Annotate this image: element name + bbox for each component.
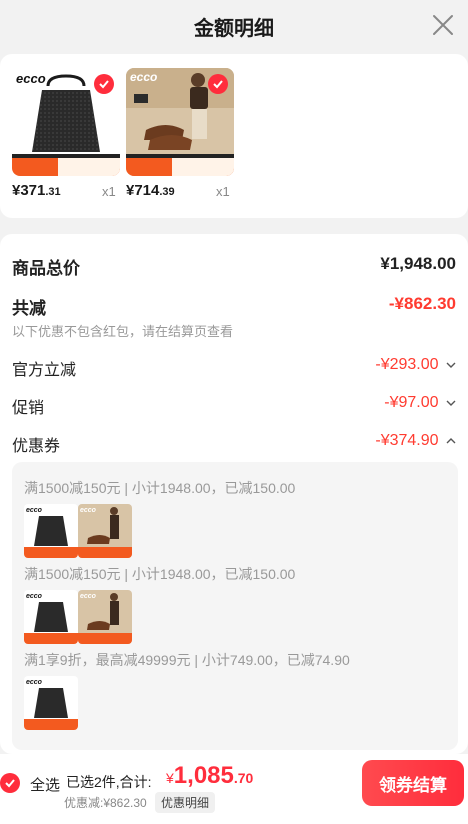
price-details-card: 商品总价 ¥1,948.00 共减 -¥862.30 以下优惠不包含红包，请在结… [0,234,468,754]
selected-check-icon[interactable] [208,74,228,94]
coupon-rule-text: 满1500减150元 | 小计1948.00，已减150.00 [24,480,296,496]
svg-text:ecco: ecco [26,593,43,600]
coupon-product-thumb: ecco [24,590,78,644]
coupon-product-thumb: ecco [24,504,78,558]
checkout-button[interactable]: 领券结算 [362,760,464,806]
coupon-row[interactable]: 优惠券 -¥374.90 [12,432,456,456]
reduction-value: -¥862.30 [388,294,456,313]
chevron-down-icon[interactable] [446,361,456,369]
products-card: ecco ¥371.31 x1 ecco ¥714.39 x1 [0,54,468,218]
goods-total-row: 商品总价 ¥1,948.00 [12,254,456,278]
promotion-row[interactable]: 促销 -¥97.00 [12,394,456,418]
svg-text:ecco: ecco [26,679,43,686]
product-price: ¥714.39 [126,182,175,199]
svg-text:ecco: ecco [130,70,157,84]
goods-total-value: ¥1,948.00 [380,254,456,273]
product-price: ¥371.31 [12,182,61,199]
svg-text:ecco: ecco [16,71,46,86]
select-all-label[interactable]: 全选 [30,774,60,795]
product-image[interactable]: ecco [12,68,120,176]
official-discount-row[interactable]: 官方立减 -¥293.00 [12,356,456,380]
reduction-label: 共减 [12,299,46,318]
discount-text: 优惠减:¥862.30 [64,796,147,810]
close-icon[interactable] [430,12,456,38]
svg-text:ecco: ecco [26,507,43,514]
coupon-value: -¥374.90 [375,432,456,450]
coupon-rule-text: 满1享9折，最高减49999元 | 小计749.00，已减74.90 [24,652,350,668]
product-item[interactable]: ecco ¥714.39 x1 [126,68,234,199]
chevron-down-icon[interactable] [446,399,456,407]
coupon-details: 满1500减150元 | 小计1948.00，已减150.00 ecco ecc… [12,462,458,750]
svg-text:ecco: ecco [80,507,97,514]
header: 金额明细 [0,0,468,52]
svg-text:ecco: ecco [80,593,97,600]
reduction-note: 以下优惠不包含红包，请在结算页查看 [12,324,234,339]
official-discount-value: -¥293.00 [375,356,456,374]
promotion-label: 促销 [12,400,45,417]
select-all-check-icon[interactable] [0,773,20,793]
product-image[interactable]: ecco [126,68,234,176]
discount-detail-button[interactable]: 优惠明细 [155,792,216,813]
selected-check-icon[interactable] [94,74,114,94]
promotion-value: -¥97.00 [384,394,456,412]
coupon-product-thumb: ecco [24,676,78,730]
product-item[interactable]: ecco ¥371.31 x1 [12,68,120,199]
product-quantity: x1 [102,184,116,199]
coupon-product-thumb: ecco [78,590,132,644]
product-quantity: x1 [216,184,230,199]
coupon-rule-text: 满1500减150元 | 小计1948.00，已减150.00 [24,566,296,582]
page-title: 金额明细 [194,18,274,40]
chevron-up-icon[interactable] [446,437,456,445]
official-discount-label: 官方立减 [12,362,77,379]
checkout-bar: 全选 已选2件,合计: ¥1,085.70 优惠减:¥862.30 优惠明细 领… [0,754,468,824]
coupon-product-thumb: ecco [78,504,132,558]
total-price: ¥1,085.70 [166,762,254,789]
coupon-label: 优惠券 [12,438,61,455]
goods-total-label: 商品总价 [12,259,80,278]
selected-count-text: 已选2件,合计: [66,774,152,790]
reduction-row: 共减 -¥862.30 [12,294,456,318]
